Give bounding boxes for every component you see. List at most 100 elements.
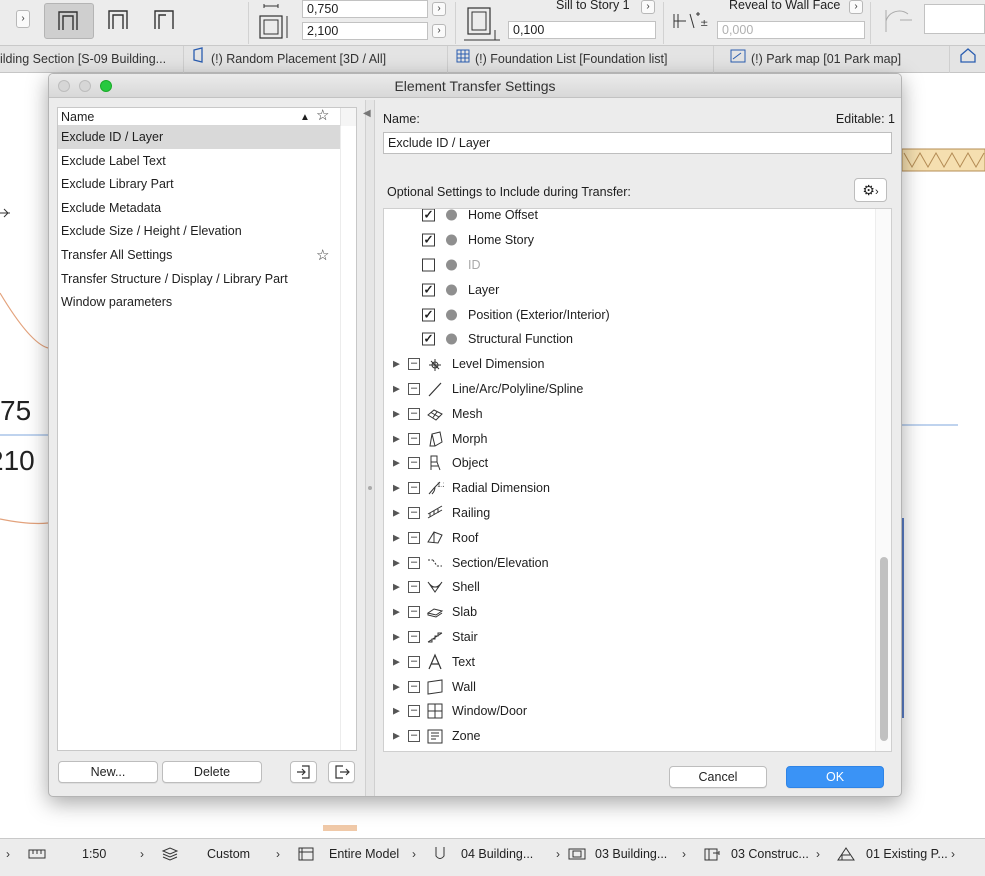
expand-disclosure-icon[interactable]: ▶ xyxy=(393,681,400,692)
expand-disclosure-icon[interactable]: ▶ xyxy=(393,383,400,394)
new-button[interactable]: New... xyxy=(58,761,158,783)
tool-mixed-checkbox[interactable]: – xyxy=(408,382,420,395)
tree-tool-row[interactable]: ▶ – Window/Door xyxy=(384,699,872,724)
tree-tool-row[interactable]: ▶ – Roof xyxy=(384,525,872,550)
dialog-titlebar[interactable]: Element Transfer Settings xyxy=(49,74,901,98)
expand-disclosure-icon[interactable]: ▶ xyxy=(393,483,400,494)
tab-building-section[interactable]: ilding Section [S-09 Building... xyxy=(0,46,184,73)
tree-tool-row[interactable]: ▶– 1.2 Radial Dimension xyxy=(384,476,872,501)
status-chevron[interactable]: › xyxy=(6,847,10,861)
setting-checkbox[interactable]: ✓ xyxy=(422,283,435,297)
sill-reference-arrow[interactable]: › xyxy=(641,0,655,14)
expand-disclosure-icon[interactable]: ▶ xyxy=(393,507,400,518)
list-item[interactable]: Exclude Label Text xyxy=(58,150,340,173)
tree-tool-row[interactable]: ▶ – Level Dimension xyxy=(384,352,872,377)
sort-ascending-icon[interactable]: ▲ xyxy=(300,109,310,127)
tab-foundation-list[interactable]: (!) Foundation List [Foundation list] xyxy=(448,46,714,73)
pen-set-chevron[interactable]: › xyxy=(556,847,560,861)
tree-scrollbar-thumb[interactable] xyxy=(880,557,888,741)
delete-button[interactable]: Delete xyxy=(162,761,262,783)
tree-setting-row[interactable]: ID xyxy=(384,253,872,278)
toolbar-scroll-arrow[interactable]: › xyxy=(16,10,30,28)
list-item[interactable]: Exclude ID / Layer xyxy=(58,126,340,149)
close-window-button[interactable] xyxy=(58,80,70,92)
layer-combination-value[interactable]: Custom xyxy=(207,847,250,861)
favorite-star-icon[interactable]: ☆ xyxy=(316,107,329,125)
tree-tool-row[interactable]: ▶ – Line/Arc/Polyline/Spline xyxy=(384,377,872,402)
tool-mixed-checkbox[interactable]: – xyxy=(408,581,420,594)
tree-tool-row[interactable]: ▶ – Shell xyxy=(384,575,872,600)
scale-value[interactable]: 1:50 xyxy=(82,847,106,861)
setting-checkbox[interactable]: ✓ xyxy=(422,332,435,346)
structure-display-chevron[interactable]: › xyxy=(816,847,820,861)
tree-tool-row[interactable]: ▶ – Railing xyxy=(384,501,872,526)
tool-mixed-checkbox[interactable]: – xyxy=(408,630,420,643)
tree-tool-row[interactable]: ▶ – Object xyxy=(384,451,872,476)
tree-tool-row[interactable]: ▶ – Mesh xyxy=(384,401,872,426)
layer-chevron[interactable]: › xyxy=(276,847,280,861)
setting-checkbox[interactable] xyxy=(422,258,435,272)
expand-disclosure-icon[interactable]: ▶ xyxy=(393,582,400,593)
expand-disclosure-icon[interactable]: ▶ xyxy=(393,408,400,419)
expand-disclosure-icon[interactable]: ▶ xyxy=(393,656,400,667)
tree-tool-row[interactable]: ▶ – Wall xyxy=(384,674,872,699)
tab-home[interactable] xyxy=(955,46,985,73)
tree-setting-row[interactable]: ✓ Home Offset xyxy=(384,209,872,228)
tree-setting-row[interactable]: ✓ Position (Exterior/Interior) xyxy=(384,302,872,327)
height-arrow[interactable]: › xyxy=(432,24,446,38)
tool-mixed-checkbox[interactable]: – xyxy=(408,680,420,693)
scale-chevron[interactable]: › xyxy=(140,847,144,861)
expand-disclosure-icon[interactable]: ▶ xyxy=(393,433,400,444)
expand-disclosure-icon[interactable]: ▶ xyxy=(393,532,400,543)
collapse-left-pane-icon[interactable]: ◀ xyxy=(363,108,371,119)
expand-disclosure-icon[interactable]: ▶ xyxy=(393,706,400,717)
tab-random-placement[interactable]: (!) Random Placement [3D / All] xyxy=(184,46,448,73)
width-field[interactable]: 0,750 xyxy=(302,0,428,18)
tree-setting-row[interactable]: ✓ Home Story xyxy=(384,228,872,253)
list-item[interactable]: Exclude Library Part xyxy=(58,173,340,196)
minimize-window-button[interactable] xyxy=(79,80,91,92)
favorite-star-icon[interactable]: ☆ xyxy=(316,244,329,267)
expand-disclosure-icon[interactable]: ▶ xyxy=(393,631,400,642)
setting-checkbox[interactable]: ✓ xyxy=(422,308,435,322)
cancel-button[interactable]: Cancel xyxy=(669,766,767,788)
list-header[interactable]: Name ▲ ☆ xyxy=(58,107,356,127)
door-type-double-icon[interactable] xyxy=(100,3,140,39)
import-button[interactable] xyxy=(290,761,317,783)
list-item[interactable]: Exclude Size / Height / Elevation xyxy=(58,220,340,243)
tool-mixed-checkbox[interactable]: – xyxy=(408,655,420,668)
tree-tool-row[interactable]: ▶ – Zone xyxy=(384,724,872,749)
list-scrollbar[interactable] xyxy=(340,126,356,750)
list-item[interactable]: Exclude Metadata xyxy=(58,197,340,220)
model-view-chevron[interactable]: › xyxy=(412,847,416,861)
tree-tool-row[interactable]: ▶ – Section/Elevation xyxy=(384,550,872,575)
tree-setting-row[interactable]: ✓ Structural Function xyxy=(384,327,872,352)
tool-mixed-checkbox[interactable]: – xyxy=(408,556,420,569)
reveal-field[interactable]: 0,000 xyxy=(717,21,865,39)
opening-orientation-icon[interactable] xyxy=(878,6,918,36)
list-item[interactable]: Transfer Structure / Display / Library P… xyxy=(58,268,340,291)
expand-disclosure-icon[interactable]: ▶ xyxy=(393,607,400,618)
tool-mixed-checkbox[interactable]: – xyxy=(408,457,420,470)
tree-scrollbar[interactable] xyxy=(875,209,891,751)
renovation-filter-value[interactable]: 01 Existing P... xyxy=(866,847,948,861)
tool-mixed-checkbox[interactable]: – xyxy=(408,482,420,495)
sill-field[interactable]: 0,100 xyxy=(508,21,656,39)
model-display-value[interactable]: 03 Building... xyxy=(595,847,667,861)
tree-tool-row[interactable]: ▶ – Stair xyxy=(384,625,872,650)
tree-tool-row[interactable]: ▶ – Morph xyxy=(384,426,872,451)
export-button[interactable] xyxy=(328,761,355,783)
list-item[interactable]: Transfer All Settings ☆ xyxy=(58,244,340,267)
width-arrow[interactable]: › xyxy=(432,2,446,16)
setting-checkbox[interactable]: ✓ xyxy=(422,233,435,247)
tool-mixed-checkbox[interactable]: – xyxy=(408,506,420,519)
extra-field[interactable] xyxy=(924,4,985,34)
model-view-value[interactable]: Entire Model xyxy=(329,847,399,861)
structure-display-value[interactable]: 03 Construc... xyxy=(731,847,809,861)
list-item[interactable]: Window parameters xyxy=(58,291,340,314)
model-display-chevron[interactable]: › xyxy=(682,847,686,861)
settings-options-button[interactable]: ⚙› xyxy=(854,178,887,202)
expand-disclosure-icon[interactable]: ▶ xyxy=(393,458,400,469)
pane-splitter[interactable]: ◀ xyxy=(363,100,375,796)
expand-disclosure-icon[interactable]: ▶ xyxy=(393,557,400,568)
